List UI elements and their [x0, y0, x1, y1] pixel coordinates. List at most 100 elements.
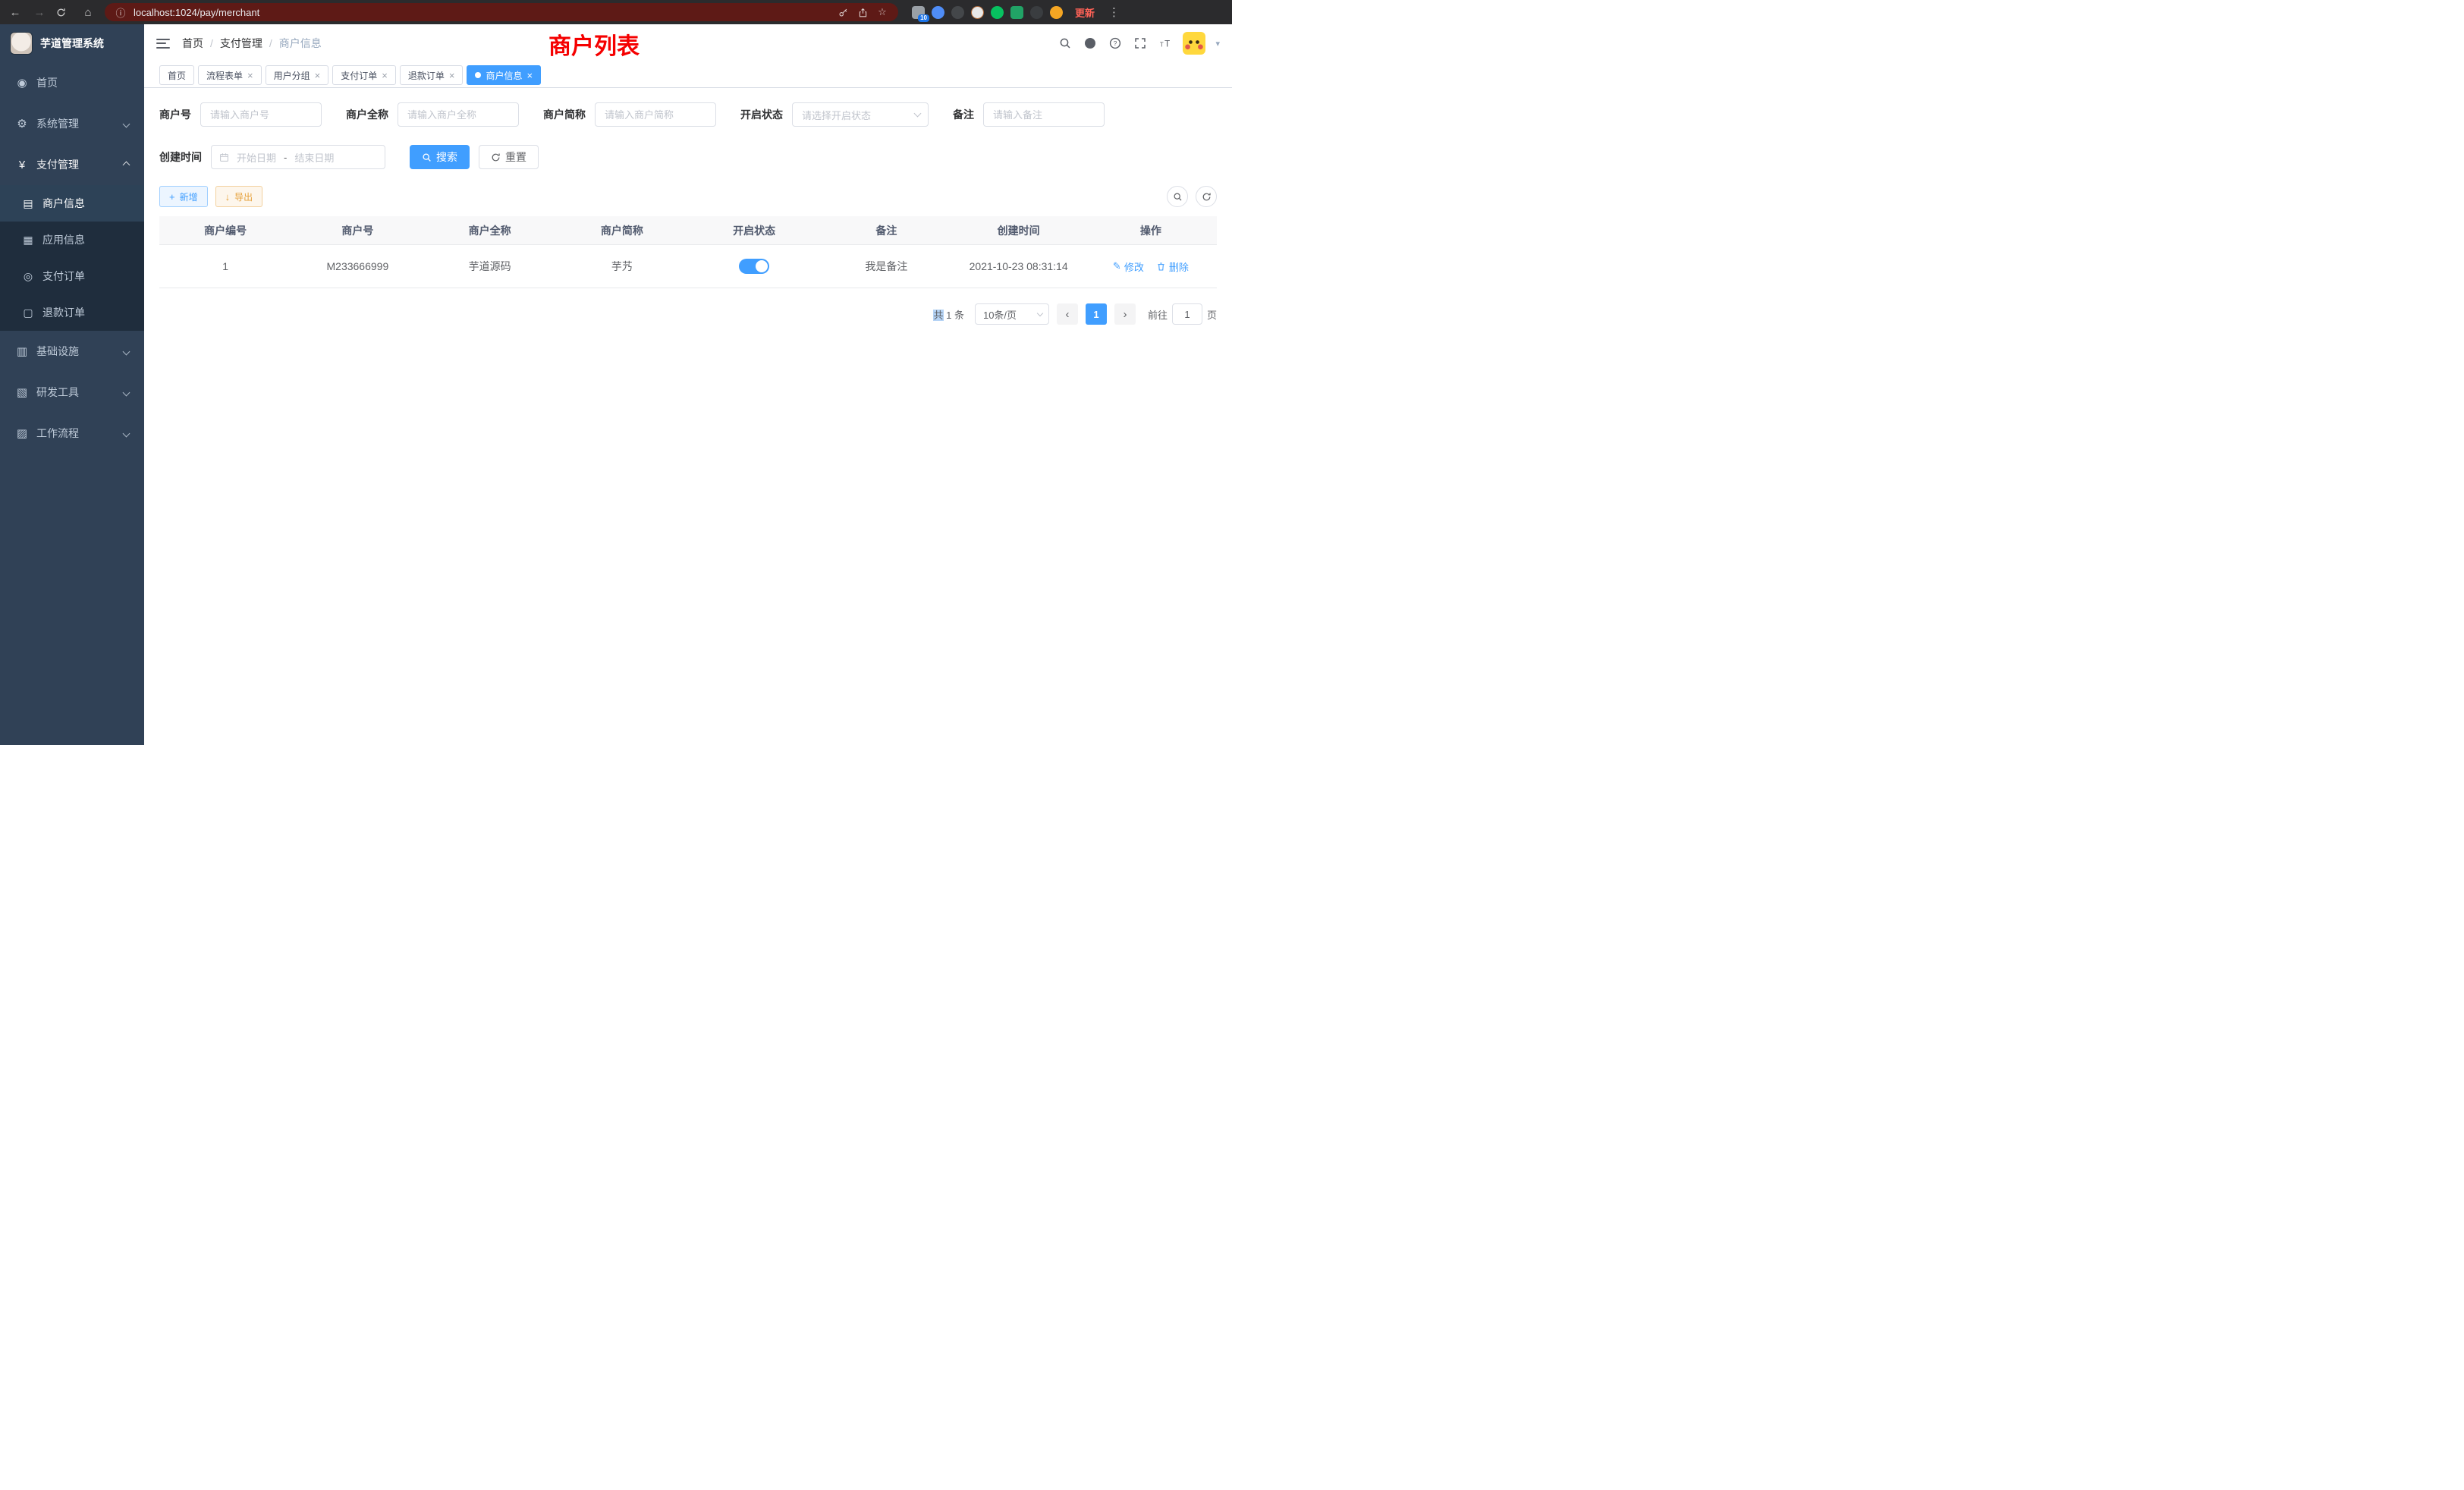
table-row: 1 M233666999 芋道源码 芋艿 我是备注 2021-10-23 08:… [159, 245, 1217, 288]
goto-page-input[interactable] [1172, 303, 1202, 325]
browser-chrome: ← → ⌂ ⓘ localhost:1024/pay/merchant ☆ 10 [0, 0, 1232, 24]
edit-link[interactable]: ✎ 修改 [1113, 259, 1144, 274]
next-page-button[interactable]: › [1114, 303, 1136, 325]
help-icon[interactable]: ? [1108, 36, 1123, 51]
sidebar-item-label: 首页 [36, 75, 58, 90]
chevron-up-icon [123, 161, 130, 168]
search-icon[interactable] [1058, 36, 1073, 51]
table-header-row: 商户编号 商户号 商户全称 商户简称 开启状态 备注 创建时间 操作 [159, 216, 1217, 245]
sidebar-toggle-icon[interactable] [156, 39, 170, 49]
chevron-down-icon [123, 429, 130, 437]
status-toggle[interactable] [739, 259, 769, 274]
sidebar-item-dev-tools[interactable]: ▧ 研发工具 [0, 372, 144, 413]
avatar-caret-icon[interactable]: ▾ [1215, 39, 1220, 49]
yen-icon: ¥ [15, 159, 29, 171]
extensions-puzzle-icon[interactable]: 10 [912, 6, 925, 19]
full-name-input[interactable] [398, 102, 519, 127]
goto-label: 前往 [1148, 307, 1168, 322]
sidebar-item-refund-order[interactable]: ▢ 退款订单 [0, 294, 144, 331]
user-avatar[interactable] [1183, 32, 1205, 55]
font-size-icon[interactable]: TT [1158, 36, 1173, 51]
order-icon: ◎ [21, 270, 35, 283]
page-size-select[interactable]: 10条/页 [975, 303, 1049, 325]
short-name-input[interactable] [595, 102, 716, 127]
breadcrumb-home[interactable]: 首页 [182, 36, 203, 51]
extension-icon[interactable] [1030, 6, 1043, 19]
reset-button[interactable]: 重置 [479, 145, 539, 169]
merchant-no-input[interactable] [200, 102, 322, 127]
password-key-icon[interactable] [836, 8, 850, 17]
close-icon[interactable]: × [247, 71, 253, 80]
close-icon[interactable]: × [526, 71, 533, 80]
tab-user-group[interactable]: 用户分组 × [266, 65, 329, 85]
tab-home[interactable]: 首页 [159, 65, 194, 85]
tab-refund-order[interactable]: 退款订单 × [400, 65, 464, 85]
close-icon[interactable]: × [315, 71, 321, 80]
tab-merchant-info[interactable]: 商户信息 × [467, 65, 541, 85]
tab-process-form[interactable]: 流程表单 × [198, 65, 262, 85]
export-button[interactable]: ↓ 导出 [215, 186, 263, 207]
close-icon[interactable]: × [449, 71, 455, 80]
remark-input[interactable] [983, 102, 1105, 127]
payment-submenu: ▤ 商户信息 ▦ 应用信息 ◎ 支付订单 ▢ 退款订单 [0, 185, 144, 331]
reload-icon[interactable] [56, 8, 71, 17]
browser-window: ← → ⌂ ⓘ localhost:1024/pay/merchant ☆ 10 [0, 0, 1232, 745]
sidebar-item-label: 研发工具 [36, 385, 79, 400]
pagination-goto: 前往 页 [1148, 303, 1217, 325]
sidebar-item-system[interactable]: ⚙ 系统管理 [0, 103, 144, 144]
share-icon[interactable] [856, 8, 869, 17]
site-info-icon[interactable]: ⓘ [114, 5, 127, 20]
filter-full-name: 商户全称 [346, 102, 519, 127]
sidebar-item-app-info[interactable]: ▦ 应用信息 [0, 222, 144, 258]
pagination-total: 共 1 条 [933, 307, 963, 322]
filter-short-name: 商户简称 [543, 102, 716, 127]
fullscreen-icon[interactable] [1133, 36, 1148, 51]
home-icon[interactable]: ⌂ [80, 6, 96, 19]
page-size-value: 10条/页 [983, 307, 1017, 322]
total-rest: 1 条 [944, 310, 964, 321]
plus-icon: + [169, 192, 175, 202]
extension-icon[interactable] [971, 6, 984, 19]
start-date-placeholder: 开始日期 [237, 150, 276, 165]
app-logo: 芋道管理系统 [0, 24, 144, 62]
url-text: localhost:1024/pay/merchant [134, 7, 259, 18]
download-icon: ↓ [225, 192, 231, 202]
sidebar-item-pay-order[interactable]: ◎ 支付订单 [0, 258, 144, 294]
refresh-button[interactable] [1196, 186, 1217, 207]
extension-icon[interactable] [1050, 6, 1063, 19]
current-page-button[interactable]: 1 [1086, 303, 1107, 325]
search-button-label: 搜索 [436, 149, 457, 165]
close-icon[interactable]: × [382, 71, 388, 80]
column-header: 开启状态 [688, 216, 820, 244]
breadcrumb-separator: / [210, 37, 213, 49]
prev-page-button[interactable]: ‹ [1057, 303, 1078, 325]
back-icon[interactable]: ← [8, 6, 23, 19]
tab-pay-order[interactable]: 支付订单 × [332, 65, 396, 85]
cell-remark: 我是备注 [820, 245, 952, 288]
github-icon[interactable] [1083, 36, 1098, 51]
filter-label: 商户号 [159, 107, 200, 122]
extension-icon[interactable] [991, 6, 1004, 19]
search-button[interactable]: 搜索 [410, 145, 470, 169]
bookmark-star-icon[interactable]: ☆ [875, 6, 889, 18]
column-header: 商户全称 [424, 216, 556, 244]
sidebar-item-merchant-info[interactable]: ▤ 商户信息 [0, 185, 144, 222]
status-select[interactable]: 请选择开启状态 [792, 102, 929, 127]
add-button[interactable]: + 新增 [159, 186, 208, 207]
extension-icon[interactable] [932, 6, 944, 19]
forward-icon[interactable]: → [32, 6, 47, 19]
browser-menu-kebab-icon[interactable]: ⋮ [1107, 5, 1121, 19]
delete-link[interactable]: 删除 [1156, 259, 1189, 274]
sidebar-item-payment[interactable]: ¥ 支付管理 [0, 144, 144, 185]
extension-icon[interactable] [1010, 6, 1023, 19]
toggle-search-button[interactable] [1167, 186, 1188, 207]
extension-icon[interactable] [951, 6, 964, 19]
sidebar-item-workflow[interactable]: ▨ 工作流程 [0, 413, 144, 454]
sidebar-item-infrastructure[interactable]: ▥ 基础设施 [0, 331, 144, 372]
date-range-picker[interactable]: 开始日期 - 结束日期 [211, 145, 385, 169]
app-frame: 芋道管理系统 ◉ 首页 ⚙ 系统管理 ¥ 支付管理 ▤ 商户信息 [0, 24, 1232, 745]
address-bar[interactable]: ⓘ localhost:1024/pay/merchant ☆ [105, 3, 898, 21]
sidebar-item-home[interactable]: ◉ 首页 [0, 62, 144, 103]
browser-update-button[interactable]: 更新 [1072, 4, 1098, 21]
sidebar: 芋道管理系统 ◉ 首页 ⚙ 系统管理 ¥ 支付管理 ▤ 商户信息 [0, 24, 144, 745]
